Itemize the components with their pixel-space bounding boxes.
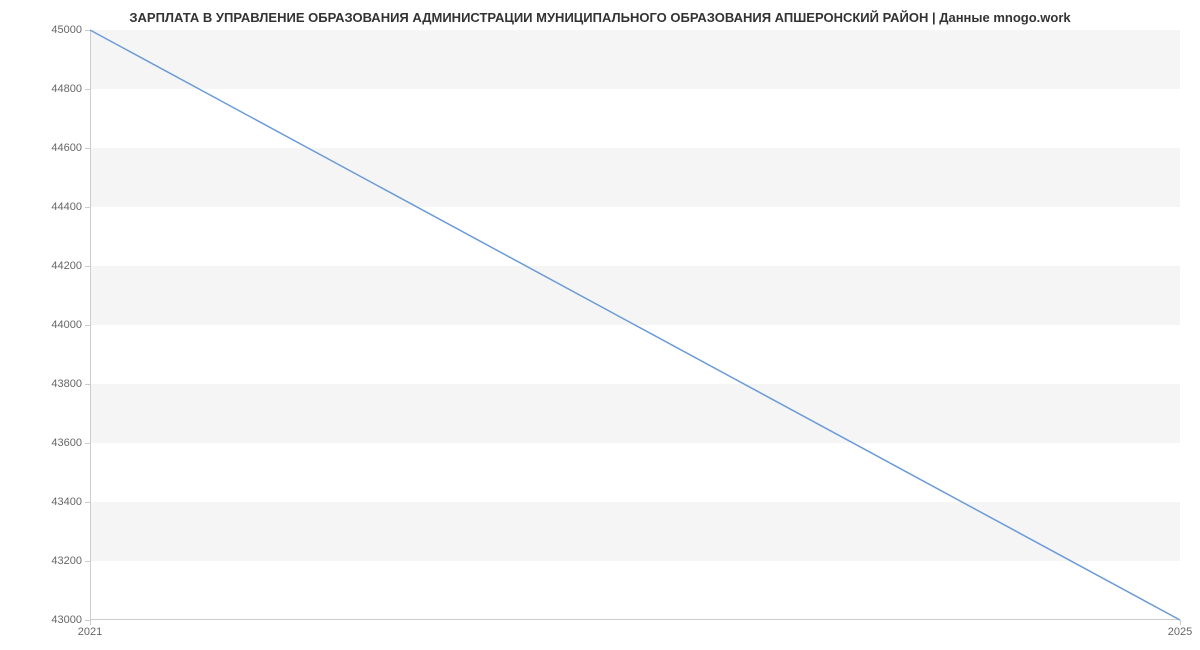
chart-svg [90, 30, 1180, 620]
y-tick-label: 43400 [51, 496, 82, 508]
y-tick-label: 43600 [51, 437, 82, 449]
y-tick-label: 45000 [51, 24, 82, 36]
y-tick [85, 561, 90, 562]
y-tick [85, 266, 90, 267]
y-tick-label: 44400 [51, 201, 82, 213]
y-tick [85, 325, 90, 326]
x-tick [90, 620, 91, 625]
y-tick-label: 43200 [51, 555, 82, 567]
y-tick [85, 443, 90, 444]
x-tick-label: 2021 [78, 626, 102, 638]
x-tick [1180, 620, 1181, 625]
y-tick [85, 30, 90, 31]
y-tick [85, 384, 90, 385]
plot-area: 4300043200434004360043800440004420044400… [90, 30, 1180, 620]
y-tick-label: 44600 [51, 142, 82, 154]
y-tick-label: 44000 [51, 319, 82, 331]
y-tick [85, 207, 90, 208]
y-tick [85, 148, 90, 149]
chart-container: ЗАРПЛАТА В УПРАВЛЕНИЕ ОБРАЗОВАНИЯ АДМИНИ… [0, 0, 1200, 650]
data-line [90, 30, 1180, 620]
y-tick [85, 89, 90, 90]
y-tick-label: 43000 [51, 614, 82, 626]
y-tick-label: 44200 [51, 260, 82, 272]
chart-title: ЗАРПЛАТА В УПРАВЛЕНИЕ ОБРАЗОВАНИЯ АДМИНИ… [0, 0, 1200, 30]
y-tick [85, 502, 90, 503]
y-tick-label: 43800 [51, 378, 82, 390]
y-tick-label: 44800 [51, 83, 82, 95]
x-tick-label: 2025 [1168, 626, 1192, 638]
